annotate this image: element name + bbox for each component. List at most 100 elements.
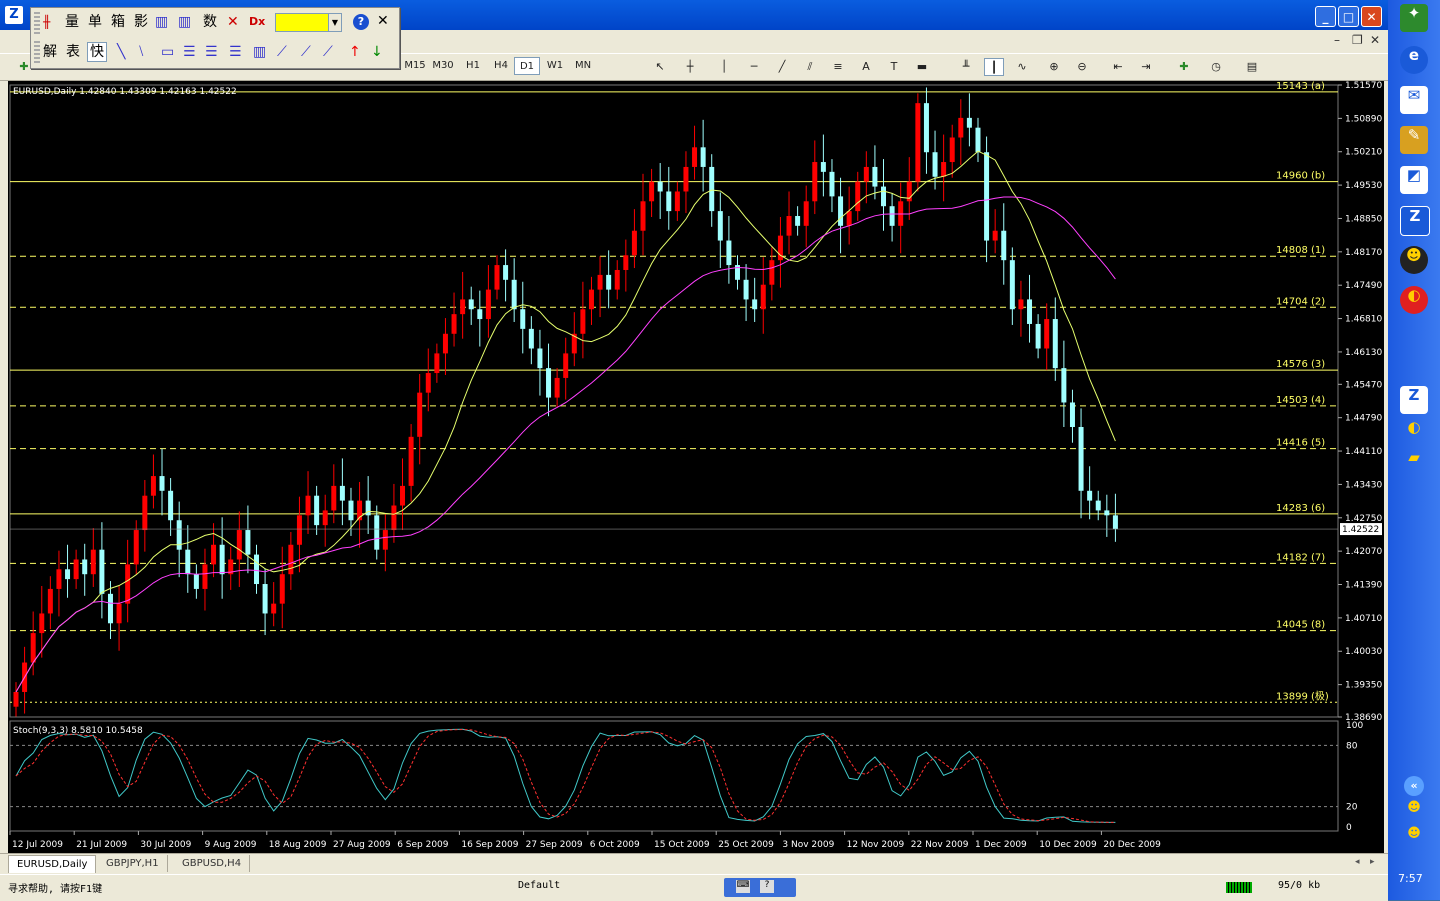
mail-icon[interactable]: ✉ [1400, 86, 1428, 114]
candle-body[interactable] [460, 299, 466, 315]
tray-icons-2[interactable]: ☻ [1400, 826, 1428, 854]
float-btn-2[interactable]: 单 [88, 12, 102, 32]
dx-icon[interactable]: Dx [249, 12, 265, 32]
candle-body[interactable] [434, 353, 440, 374]
gann-icon[interactable]: ⟋ [277, 42, 287, 62]
candle-body[interactable] [185, 549, 191, 575]
candle-body[interactable] [1018, 299, 1024, 310]
candle-body[interactable] [39, 613, 45, 634]
candle-body[interactable] [150, 476, 156, 496]
candle-body[interactable] [468, 299, 474, 310]
candle-body[interactable] [580, 309, 586, 334]
candle-body[interactable] [958, 117, 964, 138]
candle-body[interactable] [692, 147, 698, 167]
delete-icon[interactable]: ✕ [227, 12, 239, 32]
candle-body[interactable] [1078, 427, 1084, 491]
candle-body[interactable] [674, 191, 680, 212]
candle-body[interactable] [546, 368, 552, 398]
keyboard-icon[interactable]: ⌨ [736, 880, 750, 893]
candle-body[interactable] [743, 279, 749, 300]
ime-bar[interactable]: ⌨ ? [724, 878, 796, 897]
candle-body[interactable] [889, 206, 895, 226]
candle-body[interactable] [992, 230, 998, 241]
arrow-up-icon[interactable]: ↑ [349, 42, 361, 62]
help-icon[interactable]: ? [760, 880, 774, 893]
float-btn-7[interactable]: 表 [66, 42, 80, 62]
float-btn-8[interactable]: 快 [87, 42, 107, 62]
candle-body[interactable] [717, 211, 723, 241]
minimize-button[interactable]: _ [1315, 6, 1336, 27]
candle-body[interactable] [1044, 319, 1050, 349]
candle-body[interactable] [339, 485, 345, 501]
candle-body[interactable] [236, 530, 242, 560]
candle-body[interactable] [769, 260, 775, 285]
candle-body[interactable] [932, 152, 938, 177]
candle-body[interactable] [408, 436, 414, 486]
line-chart-icon[interactable]: ∿ [1012, 58, 1032, 76]
candle-body[interactable] [631, 230, 637, 256]
chart-window[interactable]: 1.51570 1.50890 1.50210 1.49530 1.48850 1.481… [8, 81, 1384, 853]
cursor-icon[interactable]: ↖ [650, 58, 670, 76]
channel-icon[interactable]: ⫽ [800, 58, 820, 76]
candle-body[interactable] [803, 201, 809, 226]
arrow-label-icon[interactable]: ▬ [912, 58, 932, 76]
candle-body[interactable] [554, 377, 560, 398]
chevron-down-icon[interactable]: ▼ [328, 13, 342, 32]
candle-body[interactable] [271, 603, 277, 614]
candle-body[interactable] [511, 279, 517, 310]
candle-body[interactable] [477, 309, 483, 320]
candle-body[interactable] [528, 328, 534, 349]
candle-body[interactable] [107, 593, 113, 624]
candle-body[interactable] [838, 196, 844, 226]
candle-body[interactable] [253, 554, 259, 585]
candle-body[interactable] [726, 240, 732, 266]
crosshair-icon[interactable]: ┼ [680, 58, 700, 76]
candle-body[interactable] [683, 166, 689, 192]
bar-chart-icon[interactable]: ╨ [956, 58, 976, 76]
candle-body[interactable] [881, 186, 887, 207]
candle-body[interactable] [1027, 299, 1033, 324]
candle-body[interactable] [1052, 319, 1058, 369]
candle-body[interactable] [1061, 368, 1067, 403]
candle-body[interactable] [202, 564, 208, 589]
candle-body[interactable] [288, 544, 294, 575]
candle-body[interactable] [709, 166, 715, 212]
candle-body[interactable] [65, 569, 71, 580]
puzzle-icon[interactable]: ◩ [1400, 166, 1428, 194]
candle-body[interactable] [537, 348, 543, 369]
candle-body[interactable] [1104, 510, 1110, 516]
tray-icons[interactable]: ☻ [1400, 800, 1428, 828]
help-icon[interactable]: ? [353, 14, 369, 30]
candle-body[interactable] [666, 191, 672, 212]
tab-eurusd-daily[interactable]: EURUSD,Daily [8, 855, 97, 873]
timeframe-d1[interactable]: D1 [514, 57, 540, 75]
candle-body[interactable] [168, 490, 174, 521]
timeframe-h4[interactable]: H4 [488, 57, 514, 75]
candle-body[interactable] [494, 265, 500, 290]
candle-body[interactable] [863, 166, 869, 182]
candle-body[interactable] [520, 309, 526, 329]
candle-body[interactable] [640, 201, 646, 231]
candle-body[interactable] [1009, 260, 1015, 310]
timeframe-h1[interactable]: H1 [460, 57, 486, 75]
mdi-restore-icon[interactable]: ❐ [1352, 33, 1363, 47]
candle-body[interactable] [442, 333, 448, 354]
qq-icon[interactable]: ☻ [1400, 246, 1428, 274]
candle-body[interactable] [331, 485, 337, 511]
timeframe-mn[interactable]: MN [570, 57, 596, 75]
text-label-icon[interactable]: T [884, 58, 904, 76]
task-z-icon[interactable]: Z [1400, 386, 1428, 414]
zoom-out-icon[interactable]: ⊖ [1072, 58, 1092, 76]
ie-icon[interactable]: e [1400, 46, 1428, 74]
candle-body[interactable] [13, 691, 19, 707]
candle-body[interactable] [219, 544, 225, 575]
candle-body[interactable] [984, 152, 990, 241]
tab-left-icon[interactable]: ◂ [1355, 857, 1360, 867]
fan2-icon[interactable]: ⟋ [323, 42, 333, 62]
task-folder-icon[interactable]: ▰ [1400, 448, 1428, 476]
float-btn-3[interactable]: 箱 [111, 12, 125, 32]
float-btn-4[interactable]: 影 [134, 12, 148, 32]
candle-body[interactable] [846, 211, 852, 226]
candle-body[interactable] [795, 216, 801, 226]
candle-body[interactable] [211, 544, 217, 565]
